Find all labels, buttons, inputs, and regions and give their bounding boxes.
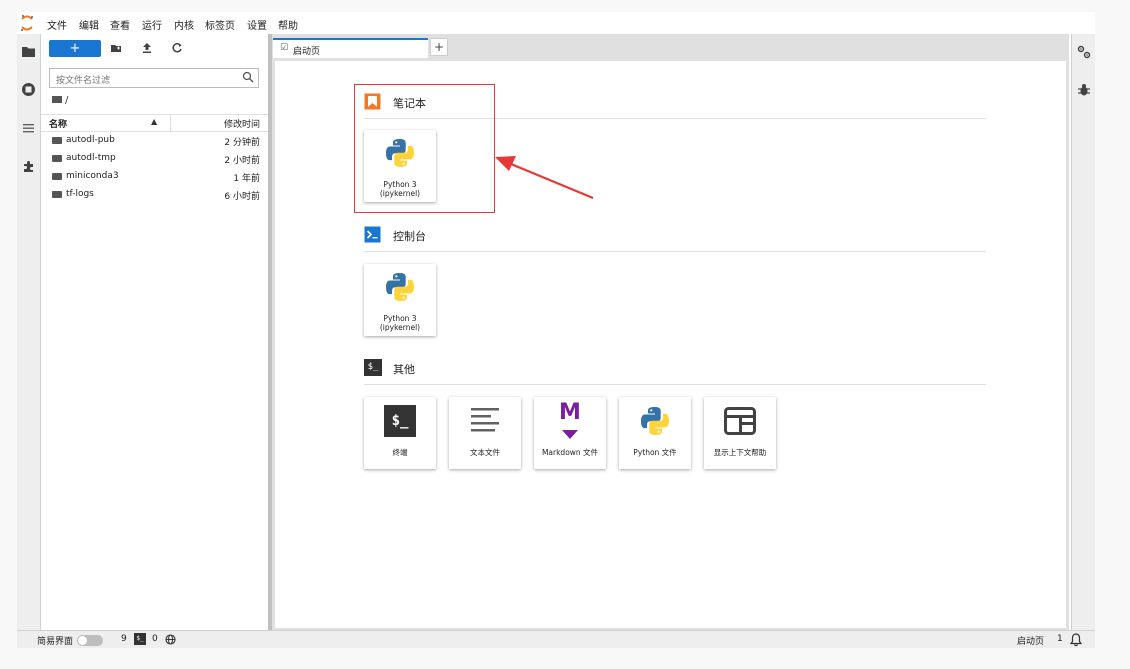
menu-edit[interactable]: 编辑 bbox=[79, 17, 99, 32]
new-folder-icon[interactable] bbox=[109, 41, 123, 55]
card-label-line2: (ipykernel) bbox=[379, 323, 421, 332]
file-row[interactable]: miniconda3 1 年前 bbox=[41, 168, 268, 185]
running-icon[interactable] bbox=[21, 82, 36, 97]
launcher-panel: 笔记本 Python 3 (ipykernel) 控制台 Python 3 (i… bbox=[275, 61, 1066, 628]
context-help-card[interactable]: 显示上下文帮助 bbox=[704, 397, 776, 469]
kernels-count[interactable]: 9 bbox=[121, 634, 127, 644]
simple-mode-label: 简易界面 bbox=[37, 637, 74, 647]
file-filter-input[interactable]: 按文件名过滤 bbox=[49, 68, 259, 88]
python-icon bbox=[386, 139, 414, 167]
folder-icon bbox=[52, 137, 62, 144]
python-icon bbox=[386, 273, 414, 301]
menu-help[interactable]: 帮助 bbox=[278, 17, 298, 32]
column-name-header[interactable]: 名称 bbox=[49, 117, 67, 130]
markdown-arrow-icon bbox=[562, 430, 578, 439]
context-help-icon bbox=[724, 407, 756, 435]
left-activity-bar bbox=[17, 34, 41, 630]
file-row[interactable]: autodl-tmp 2 小时前 bbox=[41, 150, 268, 167]
text-file-card[interactable]: 文本文件 bbox=[449, 397, 521, 469]
breadcrumb-folder-icon bbox=[52, 96, 62, 103]
console-python3-card[interactable]: Python 3 (ipykernel) bbox=[364, 264, 436, 336]
file-name: tf-logs bbox=[66, 189, 94, 199]
card-label: 显示上下文帮助 bbox=[713, 448, 767, 457]
file-name: autodl-pub bbox=[66, 135, 115, 145]
status-bar: 简易界面 9 $_ 0 启动页 1 bbox=[17, 630, 1095, 648]
other-section-title: 其他 bbox=[393, 363, 415, 376]
column-divider bbox=[170, 115, 171, 131]
menu-settings[interactable]: 设置 bbox=[247, 17, 267, 32]
folder-icon bbox=[52, 191, 62, 198]
python-file-card[interactable]: Python 文件 bbox=[619, 397, 691, 469]
card-label: 终端 bbox=[392, 448, 408, 457]
jupyter-logo-icon bbox=[21, 15, 33, 31]
refresh-icon[interactable] bbox=[170, 41, 184, 55]
folder-icon bbox=[52, 173, 62, 180]
notification-bell-icon[interactable] bbox=[1069, 632, 1083, 647]
right-activity-bar bbox=[1071, 34, 1095, 630]
kernel-status-icon[interactable] bbox=[165, 634, 176, 645]
card-label: 文本文件 bbox=[470, 448, 500, 457]
debugger-icon[interactable] bbox=[1077, 83, 1091, 97]
main-dock-area: ☑ 启动页 + 笔记本 Python 3 (ipykernel) 控制台 Pyt… bbox=[272, 34, 1069, 630]
tab-launcher[interactable]: ☑ 启动页 bbox=[273, 38, 428, 58]
card-label-line2: (ipykernel) bbox=[379, 189, 421, 198]
menu-view[interactable]: 查看 bbox=[110, 17, 130, 32]
terminal-status-icon: $_ bbox=[134, 633, 146, 645]
add-tab-button[interactable]: + bbox=[430, 38, 448, 56]
folder-icon bbox=[52, 155, 62, 162]
terminal-icon: $_ bbox=[384, 405, 416, 437]
markdown-icon: M bbox=[559, 400, 581, 425]
file-modified: 1 年前 bbox=[233, 174, 260, 184]
file-modified: 6 小时前 bbox=[224, 192, 260, 202]
python-icon bbox=[641, 407, 669, 435]
status-active-document: 启动页 bbox=[1017, 637, 1045, 647]
text-file-icon bbox=[471, 408, 499, 432]
simple-mode-toggle[interactable] bbox=[77, 635, 103, 646]
tab-label: 启动页 bbox=[293, 47, 321, 57]
status-count: 1 bbox=[1057, 634, 1063, 644]
card-label-line1: Python 3 bbox=[383, 180, 417, 189]
column-modified-header[interactable]: 修改时间 bbox=[224, 117, 260, 130]
card-label: Python 文件 bbox=[633, 448, 677, 457]
file-modified: 2 分钟前 bbox=[224, 138, 260, 148]
terminal-card[interactable]: $_ 终端 bbox=[364, 397, 436, 469]
breadcrumb[interactable]: / bbox=[52, 95, 68, 106]
search-icon bbox=[242, 71, 254, 83]
markdown-file-card[interactable]: M Markdown 文件 bbox=[534, 397, 606, 469]
section-divider bbox=[364, 251, 986, 252]
file-row[interactable]: tf-logs 6 小时前 bbox=[41, 186, 268, 203]
menu-bar: 文件 编辑 查看 运行 内核 标签页 设置 帮助 bbox=[17, 12, 1095, 34]
annotation-arrow-icon bbox=[495, 156, 594, 200]
menu-tabs[interactable]: 标签页 bbox=[205, 17, 235, 32]
notebook-python3-card[interactable]: Python 3 (ipykernel) bbox=[364, 130, 436, 202]
menu-file[interactable]: 文件 bbox=[47, 17, 67, 32]
upload-icon[interactable] bbox=[140, 41, 154, 55]
card-label: Markdown 文件 bbox=[541, 448, 599, 457]
file-name: autodl-tmp bbox=[66, 153, 116, 163]
other-section-icon: $_ bbox=[364, 359, 382, 376]
filter-placeholder: 按文件名过滤 bbox=[56, 76, 111, 86]
menu-run[interactable]: 运行 bbox=[142, 17, 162, 32]
menu-kernel[interactable]: 内核 bbox=[174, 17, 194, 32]
section-divider bbox=[364, 384, 986, 385]
file-list-header: 名称 ▲ 修改时间 bbox=[41, 114, 268, 132]
terminals-count[interactable]: 0 bbox=[152, 634, 158, 644]
file-modified: 2 小时前 bbox=[224, 156, 260, 166]
console-section-icon bbox=[364, 226, 381, 243]
breadcrumb-path: / bbox=[65, 95, 69, 106]
folder-icon[interactable] bbox=[21, 44, 36, 59]
property-inspector-icon[interactable] bbox=[1077, 45, 1091, 59]
file-browser-panel: + 按文件名过滤 / 名称 ▲ 修改时间 autodl-pub 2 分钟前 au… bbox=[41, 34, 272, 630]
file-name: miniconda3 bbox=[66, 171, 119, 181]
launcher-tab-icon: ☑ bbox=[280, 43, 289, 53]
jupyterlab-window: 文件 编辑 查看 运行 内核 标签页 设置 帮助 + 按文件名过滤 / 名称 ▲… bbox=[17, 12, 1095, 648]
file-row[interactable]: autodl-pub 2 分钟前 bbox=[41, 132, 268, 149]
console-section-title: 控制台 bbox=[393, 230, 426, 243]
card-label-line1: Python 3 bbox=[383, 314, 417, 323]
toc-icon[interactable] bbox=[21, 121, 36, 136]
extension-icon[interactable] bbox=[21, 159, 36, 174]
sort-ascending-icon: ▲ bbox=[151, 117, 158, 126]
new-launcher-button[interactable]: + bbox=[49, 40, 101, 57]
